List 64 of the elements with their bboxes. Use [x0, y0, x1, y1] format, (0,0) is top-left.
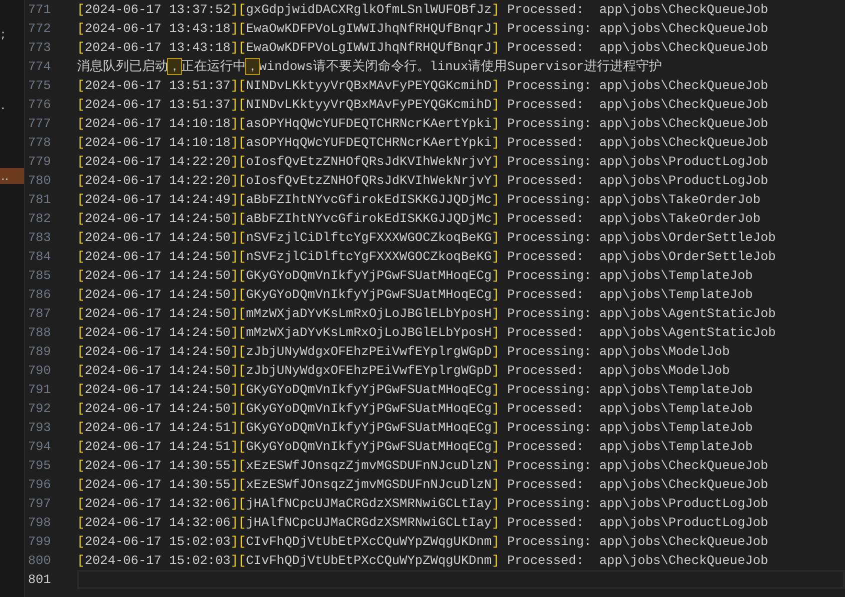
- line-number: 792: [26, 400, 52, 418]
- line-number: 773: [26, 39, 52, 57]
- code-line: [2024-06-17 14:30:55][xEzESWfJOnsqzZjmvMGSDUFnNJcuDlzN] Processing: app\jobs\CheckQueueJob: [77, 458, 768, 473]
- line-number: 801: [26, 571, 52, 589]
- line-number: 797: [26, 495, 52, 513]
- line-number: 775: [26, 77, 52, 95]
- code-line: [2024-06-17 15:02:03][CIvFhQDjVtUbEtPXcCQuWYpZWqgUKDnm] Processed: app\jobs\CheckQueueJob: [77, 553, 768, 568]
- line-number: 795: [26, 457, 52, 475]
- code-line: [2024-06-17 14:24:49][aBbFZIhtNYvcGfirokEdISKKGJJQDjMc] Processing: app\jobs\TakeOrderJob: [77, 192, 761, 207]
- line-number: 784: [26, 248, 52, 266]
- line-number: 786: [26, 286, 52, 304]
- line-number: 781: [26, 191, 52, 209]
- line-number: 782: [26, 210, 52, 228]
- line-number: 794: [26, 438, 52, 456]
- code-line: [2024-06-17 14:22:20][oIosfQvEtzZNHOfQRsJdKVIhWekNrjvY] Processed: app\jobs\ProductLogJob: [77, 173, 768, 188]
- code-line: [2024-06-17 14:22:20][oIosfQvEtzZNHOfQRsJdKVIhWekNrjvY] Processing: app\jobs\ProductLogJob: [77, 154, 768, 169]
- line-number: 785: [26, 267, 52, 285]
- code-line: [2024-06-17 14:24:50][GKyGYoDQmVnIkfyYjPGwFSUatMHoqECg] Processed: app\jobs\TemplateJob: [77, 287, 753, 302]
- code-line: [2024-06-17 14:24:50][zJbjUNyWdgxOFEhzPEiVwfEYplrgWGpD] Processing: app\jobs\ModelJob: [77, 344, 730, 359]
- code-line: [2024-06-17 14:24:50][GKyGYoDQmVnIkfyYjPGwFSUatMHoqECg] Processed: app\jobs\TemplateJob: [77, 401, 753, 416]
- line-number: 787: [26, 305, 52, 323]
- code-line: [2024-06-17 14:24:50][aBbFZIhtNYvcGfirokEdISKKGJJQDjMc] Processed: app\jobs\TakeOrderJob: [77, 211, 761, 226]
- line-number: 793: [26, 419, 52, 437]
- code-line: [2024-06-17 14:32:06][jHAlfNCpcUJMaCRGdzXSMRNwiGCLtIay] Processing: app\jobs\ProductLogJob: [77, 496, 768, 511]
- code-line: [2024-06-17 14:32:06][jHAlfNCpcUJMaCRGdzXSMRNwiGCLtIay] Processed: app\jobs\ProductLogJob: [77, 515, 768, 530]
- sidebar-item[interactable]: ;: [0, 26, 24, 42]
- line-number: 771: [26, 1, 52, 19]
- code-line: [2024-06-17 14:24:51][GKyGYoDQmVnIkfyYjPGwFSUatMHoqECg] Processing: app\jobs\TemplateJob: [77, 420, 753, 435]
- line-number: 776: [26, 96, 52, 114]
- line-number: 800: [26, 552, 52, 570]
- line-number: 798: [26, 514, 52, 532]
- code-line: [2024-06-17 14:30:55][xEzESWfJOnsqzZjmvMGSDUFnNJcuDlzN] Processed: app\jobs\CheckQueueJob: [77, 477, 768, 492]
- code-line: [2024-06-17 14:24:51][GKyGYoDQmVnIkfyYjPGwFSUatMHoqECg] Processed: app\jobs\TemplateJob: [77, 439, 753, 454]
- code-line: [2024-06-17 13:51:37][NINDvLKktyyVrQBxMAvFyPEYQGKcmihD] Processed: app\jobs\CheckQueueJob: [77, 97, 768, 112]
- sidebar-item[interactable]: ..: [0, 168, 24, 184]
- code-line: [2024-06-17 14:24:50][zJbjUNyWdgxOFEhzPEiVwfEYplrgWGpD] Processed: app\jobs\ModelJob: [77, 363, 730, 378]
- code-line: [2024-06-17 13:43:18][EwaOwKDFPVoLgIWWIJhqNfRHQUfBnqrJ] Processed: app\jobs\CheckQueueJob: [77, 40, 768, 55]
- code-line: [2024-06-17 14:24:50][nSVFzjlCiDlftcYgFXXXWGOCZkoqBeKG] Processed: app\jobs\OrderSettleJob: [77, 249, 776, 264]
- line-number: 789: [26, 343, 52, 361]
- code-line: 消息队列已启动，正在运行中，windows请不要关闭命令行。linux请使用Supervisor进行进程守护: [77, 59, 662, 74]
- line-number: 783: [26, 229, 52, 247]
- line-number: 780: [26, 172, 52, 190]
- code-line: [2024-06-17 13:43:18][EwaOwKDFPVoLgIWWIJhqNfRHQUfBnqrJ] Processing: app\jobs\CheckQueueJob: [77, 21, 768, 36]
- code-line: [2024-06-17 14:10:18][asOPYHqQWcYUFDEQTCHRNcrKAertYpki] Processed: app\jobs\CheckQueueJob: [77, 135, 768, 150]
- line-number: 772: [26, 20, 52, 38]
- code-line: [2024-06-17 13:51:37][NINDvLKktyyVrQBxMAvFyPEYQGKcmihD] Processing: app\jobs\CheckQueueJob: [77, 78, 768, 93]
- line-number: 777: [26, 115, 52, 133]
- code-line: [2024-06-17 14:24:50][GKyGYoDQmVnIkfyYjPGwFSUatMHoqECg] Processing: app\jobs\TemplateJob: [77, 382, 753, 397]
- line-number: 779: [26, 153, 52, 171]
- line-number: 796: [26, 476, 52, 494]
- code-line: [2024-06-17 14:24:50][nSVFzjlCiDlftcYgFXXXWGOCZkoqBeKG] Processing: app\jobs\OrderSettleJob: [77, 230, 776, 245]
- code-line: [2024-06-17 14:10:18][asOPYHqQWcYUFDEQTCHRNcrKAertYpki] Processing: app\jobs\CheckQueueJob: [77, 116, 768, 131]
- code-line: [2024-06-17 14:24:50][GKyGYoDQmVnIkfyYjPGwFSUatMHoqECg] Processing: app\jobs\TemplateJob: [77, 268, 753, 283]
- code-line: [2024-06-17 14:24:50][mMzWXjaDYvKsLmRxOjLoJBGlELbYposH] Processing: app\jobs\AgentStaticJob: [77, 306, 776, 321]
- line-number: 788: [26, 324, 52, 342]
- line-number: 778: [26, 134, 52, 152]
- line-number: 799: [26, 533, 52, 551]
- code-line: [2024-06-17 13:37:52][gxGdpjwidDACXRglkOfmLSnlWUFOBfJz] Processed: app\jobs\CheckQueueJob: [77, 2, 768, 17]
- line-number: 774: [26, 58, 52, 76]
- code-line: [2024-06-17 15:02:03][CIvFhQDjVtUbEtPXcCQuWYpZWqgUKDnm] Processing: app\jobs\CheckQueueJob: [77, 534, 768, 549]
- code-line: [2024-06-17 14:24:50][mMzWXjaDYvKsLmRxOjLoJBGlELbYposH] Processed: app\jobs\AgentStaticJob: [77, 325, 776, 340]
- line-number: 791: [26, 381, 52, 399]
- sidebar-item[interactable]: .: [0, 97, 24, 113]
- line-number: 790: [26, 362, 52, 380]
